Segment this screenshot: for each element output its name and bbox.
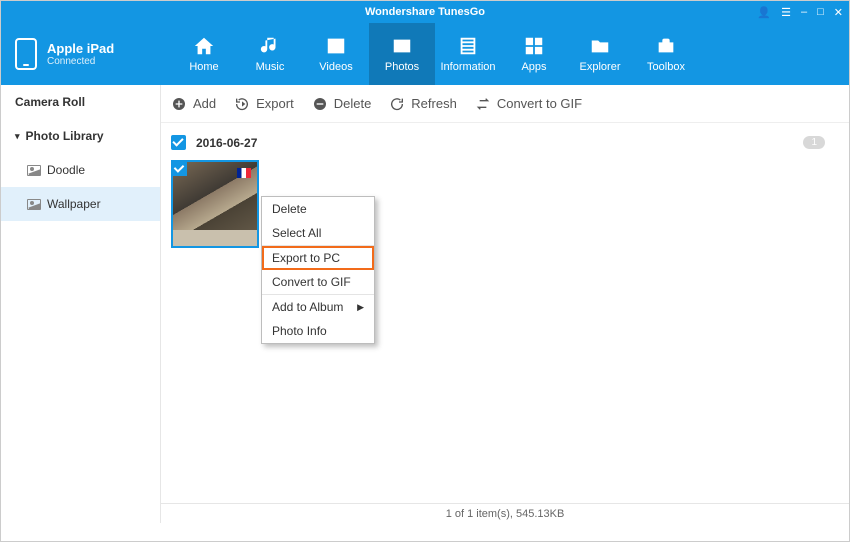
close-button[interactable]: ✕ (834, 6, 843, 19)
minus-circle-icon (312, 96, 328, 112)
sidebar-wallpaper[interactable]: Wallpaper (1, 187, 160, 221)
tab-information[interactable]: Information (435, 23, 501, 85)
export-icon (234, 96, 250, 112)
context-add-to-album[interactable]: Add to Album ▶ (262, 295, 374, 319)
device-text: Apple iPad Connected (47, 41, 114, 67)
tab-videos[interactable]: Videos (303, 23, 369, 85)
group-checkbox[interactable] (171, 135, 186, 150)
main-tabs: Home Music Videos Photos Information App… (161, 23, 849, 85)
tab-information-label: Information (440, 61, 495, 73)
sidebar-wallpaper-label: Wallpaper (47, 197, 101, 211)
maximize-button[interactable]: □ (817, 6, 824, 18)
group-date-label: 2016-06-27 (196, 136, 257, 150)
export-label: Export (256, 96, 294, 111)
photo-thumbnail[interactable] (171, 160, 259, 248)
context-export-pc-label: Export to PC (272, 251, 340, 265)
device-status: Connected (47, 56, 114, 67)
refresh-icon (389, 96, 405, 112)
app-title: Wondershare TunesGo (365, 6, 485, 18)
thumbnails-area: Delete Select All Export to PC Convert t… (161, 156, 849, 252)
tab-music-label: Music (256, 61, 285, 73)
videos-icon (324, 35, 348, 57)
music-icon (258, 35, 282, 57)
tab-music[interactable]: Music (237, 23, 303, 85)
chevron-right-icon: ▶ (357, 302, 364, 313)
convert-gif-label: Convert to GIF (497, 96, 582, 111)
context-photo-info[interactable]: Photo Info (262, 319, 374, 343)
sidebar-camera-roll-label: Camera Roll (15, 95, 85, 109)
context-select-all-label: Select All (272, 226, 321, 240)
status-text: 1 of 1 item(s), 545.13KB (446, 508, 565, 520)
header: Apple iPad Connected Home Music Videos P… (1, 23, 849, 85)
plus-circle-icon (171, 96, 187, 112)
explorer-icon (588, 35, 612, 57)
title-bar: Wondershare TunesGo 👤 ☰ – □ ✕ (1, 1, 849, 23)
date-group-header: 2016-06-27 1 (161, 123, 849, 156)
device-icon (15, 38, 37, 70)
tab-apps[interactable]: Apps (501, 23, 567, 85)
convert-icon (475, 96, 491, 112)
content-area: Add Export Delete Refresh Convert to GIF… (161, 85, 849, 523)
context-export-to-pc[interactable]: Export to PC (262, 246, 374, 270)
add-label: Add (193, 96, 216, 111)
context-menu: Delete Select All Export to PC Convert t… (261, 196, 375, 344)
sidebar-camera-roll[interactable]: Camera Roll (1, 85, 160, 119)
context-delete[interactable]: Delete (262, 197, 374, 221)
tab-home[interactable]: Home (171, 23, 237, 85)
user-icon[interactable]: 👤 (757, 6, 771, 19)
tab-explorer-label: Explorer (580, 61, 621, 73)
tab-explorer[interactable]: Explorer (567, 23, 633, 85)
window-controls: 👤 ☰ – □ ✕ (757, 6, 843, 19)
device-panel[interactable]: Apple iPad Connected (1, 23, 161, 85)
sidebar-photo-library-label: Photo Library (26, 129, 104, 143)
tab-photos[interactable]: Photos (369, 23, 435, 85)
thumbnail-selected-check[interactable] (173, 162, 187, 176)
delete-button[interactable]: Delete (312, 96, 372, 112)
add-button[interactable]: Add (171, 96, 216, 112)
sidebar-photo-library[interactable]: ▾ Photo Library (1, 119, 160, 153)
group-count-badge: 1 (803, 136, 825, 149)
thumbnail-flag-deco (237, 168, 251, 178)
picture-icon (27, 199, 41, 210)
apps-icon (522, 35, 546, 57)
refresh-label: Refresh (411, 96, 457, 111)
convert-gif-button[interactable]: Convert to GIF (475, 96, 582, 112)
caret-down-icon: ▾ (15, 131, 20, 142)
context-convert-gif[interactable]: Convert to GIF (262, 270, 374, 295)
photos-icon (390, 35, 414, 57)
delete-label: Delete (334, 96, 372, 111)
context-photo-info-label: Photo Info (272, 324, 327, 338)
context-convert-gif-label: Convert to GIF (272, 275, 351, 289)
information-icon (456, 35, 480, 57)
sidebar: Camera Roll ▾ Photo Library Doodle Wallp… (1, 85, 161, 523)
thumbnail-caption-deco (173, 230, 257, 246)
tab-videos-label: Videos (319, 61, 352, 73)
toolbox-icon (654, 35, 678, 57)
tab-apps-label: Apps (521, 61, 546, 73)
toolbar: Add Export Delete Refresh Convert to GIF (161, 85, 849, 123)
menu-icon[interactable]: ☰ (781, 6, 791, 19)
tab-photos-label: Photos (385, 61, 419, 73)
tab-home-label: Home (189, 61, 218, 73)
sidebar-doodle[interactable]: Doodle (1, 153, 160, 187)
refresh-button[interactable]: Refresh (389, 96, 457, 112)
context-add-album-label: Add to Album (272, 300, 343, 314)
minimize-button[interactable]: – (801, 6, 807, 18)
status-bar: 1 of 1 item(s), 545.13KB (161, 503, 849, 523)
export-button[interactable]: Export (234, 96, 294, 112)
tab-toolbox-label: Toolbox (647, 61, 685, 73)
home-icon (192, 35, 216, 57)
context-delete-label: Delete (272, 202, 307, 216)
sidebar-doodle-label: Doodle (47, 163, 85, 177)
tab-toolbox[interactable]: Toolbox (633, 23, 699, 85)
picture-icon (27, 165, 41, 176)
device-name: Apple iPad (47, 41, 114, 56)
context-select-all[interactable]: Select All (262, 221, 374, 246)
main-area: Camera Roll ▾ Photo Library Doodle Wallp… (1, 85, 849, 523)
